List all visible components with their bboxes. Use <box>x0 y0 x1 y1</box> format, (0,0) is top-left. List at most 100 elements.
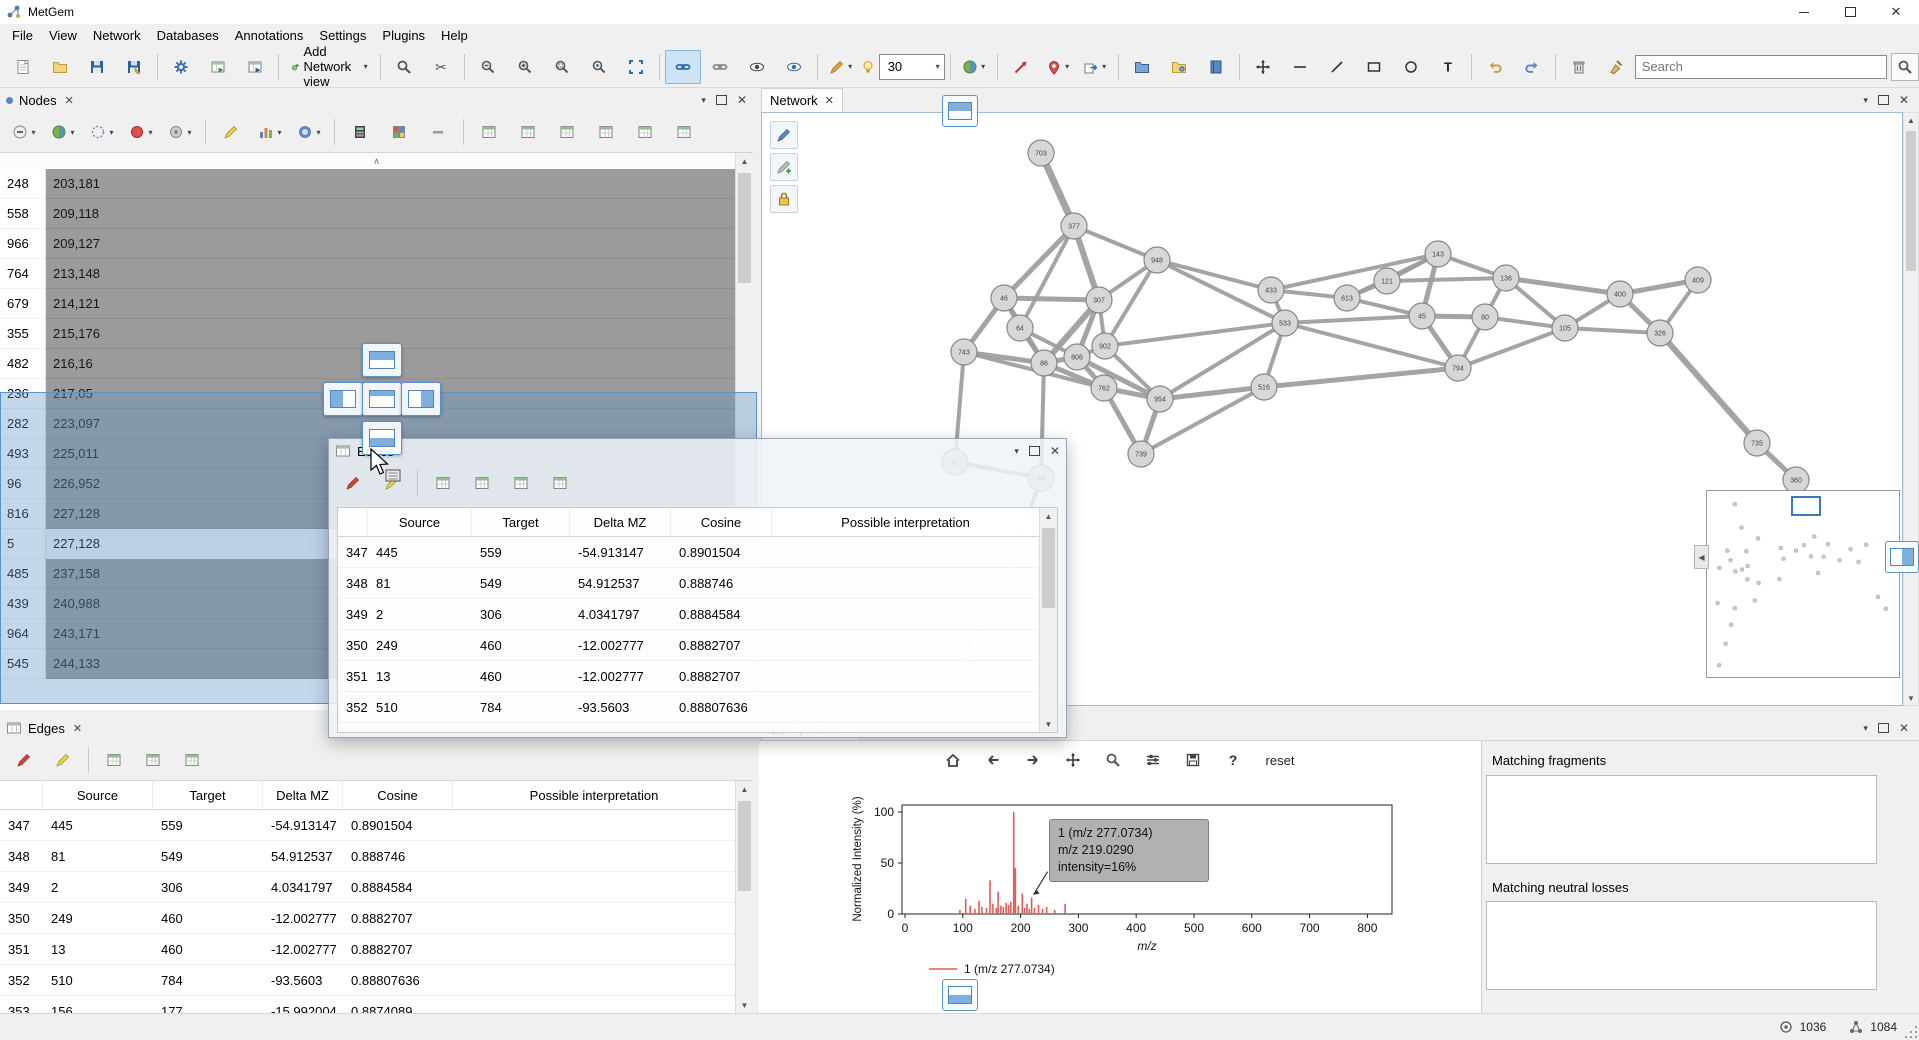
edges-cell[interactable]: 350 <box>338 630 368 660</box>
nodes-table-row[interactable]: 679214,121 <box>0 289 736 319</box>
edges-cell[interactable]: -93.5603 <box>570 692 671 722</box>
graph-edge[interactable] <box>1660 333 1757 443</box>
highlight-red-button[interactable]: ▾ <box>123 115 159 149</box>
floating-dock-menu-icon[interactable]: ▾ <box>1014 446 1019 457</box>
zoom-button[interactable] <box>1100 747 1126 773</box>
edges-cell[interactable]: 0.8882707 <box>671 661 772 691</box>
spectrum-plot[interactable]: 0501000100200300400500600700800m/zNormal… <box>759 779 1481 1014</box>
spectra-dock-close-icon[interactable]: ✕ <box>1899 721 1909 735</box>
edges-table-row[interactable]: 3488154954.9125370.888746 <box>338 568 1040 599</box>
nodes-table-row[interactable]: 966209,127 <box>0 229 736 259</box>
graph-edge[interactable] <box>1387 278 1506 281</box>
dock-indicator-bottom[interactable] <box>942 979 978 1011</box>
edges-cell[interactable]: 0.88807636 <box>343 965 453 995</box>
network-dock-float-icon[interactable] <box>1878 95 1889 105</box>
edges-cell[interactable]: 460 <box>472 630 570 660</box>
edges-cell[interactable] <box>453 841 736 871</box>
edges-table-row[interactable]: 353156177-15.9920040.8874089 <box>338 723 1040 732</box>
edges-cell[interactable]: 445 <box>43 810 153 840</box>
edges-cell[interactable] <box>453 934 736 964</box>
edges-tab-close-icon[interactable]: ✕ <box>73 722 82 735</box>
node-id-cell[interactable]: 679 <box>0 289 46 319</box>
edges-table-row[interactable]: 353156177-15.9920040.8874089 <box>0 996 736 1013</box>
column-header-cosine[interactable]: Cosine <box>343 781 453 809</box>
node-id-cell[interactable]: 966 <box>0 229 46 259</box>
open-project-button[interactable] <box>42 50 78 84</box>
edges-cell[interactable]: 460 <box>472 661 570 691</box>
search-input[interactable] <box>1635 55 1887 79</box>
edges-cell[interactable] <box>453 965 736 995</box>
edges-cell[interactable]: 0.8874089 <box>671 723 772 732</box>
spectra-dock-float-icon[interactable] <box>1878 723 1889 733</box>
edges-cell[interactable]: 347 <box>0 810 43 840</box>
add-network-view-button[interactable]: Add Network view▾ <box>284 51 375 83</box>
scroll-up-icon[interactable]: ▲ <box>736 781 753 797</box>
menu-item-settings[interactable]: Settings <box>311 26 374 45</box>
search-button[interactable] <box>1891 53 1919 81</box>
table-view-5-button[interactable] <box>627 115 663 149</box>
edges-cell[interactable]: 559 <box>153 810 263 840</box>
node-mz-cell[interactable]: 214,121 <box>46 289 736 319</box>
edges-cell[interactable]: 177 <box>472 723 570 732</box>
zoom-selected-button[interactable] <box>581 50 617 84</box>
edges-cell[interactable]: 13 <box>43 934 153 964</box>
edges-table-row[interactable]: 347445559-54.9131470.8901504 <box>338 537 1040 568</box>
edges-cell[interactable]: 0.888746 <box>671 568 772 598</box>
table-view-1-button[interactable] <box>96 743 132 777</box>
edges-cell[interactable]: 0.8884584 <box>671 599 772 629</box>
edges-cell[interactable]: 350 <box>0 903 43 933</box>
edges-table-row[interactable]: 34923064.03417970.8884584 <box>338 599 1040 630</box>
nodes-table-row[interactable]: 248203,181 <box>0 169 736 199</box>
edges-cell[interactable]: -12.002777 <box>263 903 343 933</box>
edges-cell[interactable]: 2 <box>368 599 472 629</box>
edges-cell[interactable]: 249 <box>368 630 472 660</box>
node-id-cell[interactable]: 482 <box>0 349 46 379</box>
close-button[interactable]: ✕ <box>1873 0 1919 24</box>
add-annotation-button[interactable] <box>770 153 798 181</box>
edges-cell[interactable] <box>772 661 1040 691</box>
edges-cell[interactable]: 0.8901504 <box>671 537 772 567</box>
edges-cell[interactable]: 510 <box>43 965 153 995</box>
dock-guide-top[interactable] <box>362 343 402 377</box>
dock-guide-left[interactable] <box>323 382 363 416</box>
node-mz-cell[interactable]: 213,148 <box>46 259 736 289</box>
edges-cell[interactable]: 353 <box>338 723 368 732</box>
screenshot-button[interactable]: ✂ <box>423 50 459 84</box>
edges-cell[interactable]: 4.0341797 <box>570 599 671 629</box>
edges-cell[interactable] <box>772 537 1040 567</box>
pan-button[interactable] <box>1060 747 1086 773</box>
node-marker-button[interactable]: ▾ <box>162 115 198 149</box>
table-view-2-button[interactable] <box>510 115 546 149</box>
edit-annotations-button[interactable] <box>770 121 798 149</box>
help-button[interactable]: ? <box>1220 747 1246 773</box>
menu-item-databases[interactable]: Databases <box>149 26 227 45</box>
scroll-thumb[interactable] <box>1042 528 1055 608</box>
save-project-button[interactable] <box>79 50 115 84</box>
arrow-tool-button[interactable] <box>1003 50 1039 84</box>
view-database-button[interactable] <box>1161 50 1197 84</box>
edges-cell[interactable]: 0.8901504 <box>343 810 453 840</box>
edges-cell[interactable]: 348 <box>0 841 43 871</box>
edges-cell[interactable]: 460 <box>153 903 263 933</box>
edges-cell[interactable] <box>453 872 736 902</box>
draw-diagonal-button[interactable] <box>1319 50 1355 84</box>
table-view-3-button[interactable] <box>503 466 539 500</box>
graph-edge[interactable] <box>1004 298 1099 300</box>
edges-cell[interactable]: 349 <box>338 599 368 629</box>
color-nodes-button[interactable]: ▾ <box>956 50 992 84</box>
maximize-button[interactable] <box>1827 0 1873 24</box>
show-selected-button[interactable] <box>776 50 812 84</box>
floating-vertical-scrollbar[interactable]: ▲ ▼ <box>1039 508 1057 732</box>
network-vertical-scrollbar[interactable]: ▲ ▼ <box>1903 112 1919 706</box>
edges-cell[interactable]: 13 <box>368 661 472 691</box>
edges-cell[interactable]: 347 <box>338 537 368 567</box>
cluster-color-button[interactable] <box>381 115 417 149</box>
open-database-button[interactable] <box>1124 50 1160 84</box>
menu-item-plugins[interactable]: Plugins <box>374 26 433 45</box>
dock-indicator-top[interactable] <box>942 95 978 127</box>
edges-cell[interactable]: 156 <box>368 723 472 732</box>
edges-cell[interactable]: -12.002777 <box>570 630 671 660</box>
edges-cell[interactable]: 0.8884584 <box>343 872 453 902</box>
remove-column-button[interactable]: ▾ <box>6 115 42 149</box>
edges-cell[interactable]: 0.88807636 <box>671 692 772 722</box>
